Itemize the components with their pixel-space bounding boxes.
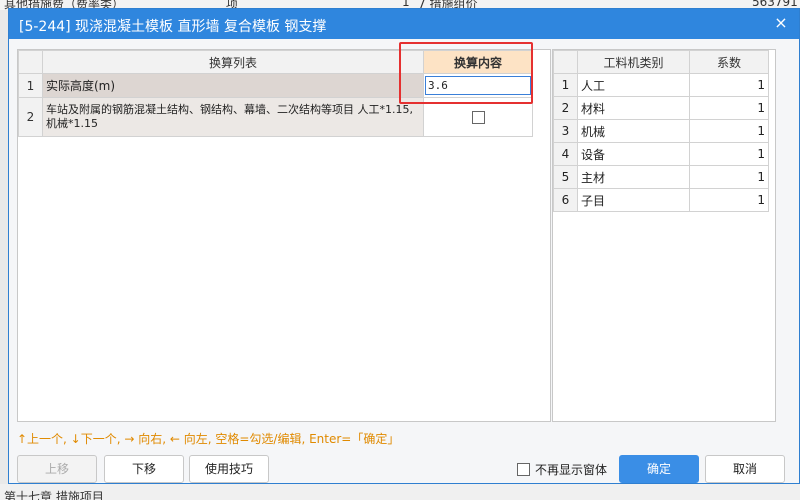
row-number: 4: [553, 142, 578, 166]
table-row[interactable]: 1 人工 1: [553, 73, 769, 97]
dialog-titlebar: [5-244] 现浇混凝土模板 直形墙 复合模板 钢支撑 ×: [9, 9, 799, 39]
conversion-value-cell[interactable]: [423, 97, 533, 137]
cancel-button[interactable]: 取消: [705, 455, 785, 483]
move-down-button[interactable]: 下移: [104, 455, 184, 483]
row-number-header: [18, 50, 43, 74]
factor-header: 系数: [689, 50, 769, 74]
table-row[interactable]: 2 材料 1: [553, 96, 769, 120]
keyboard-hint: ↑上一个, ↓下一个, → 向右, ← 向左, 空格=勾选/编辑, Enter=…: [17, 432, 400, 446]
usage-tips-button[interactable]: 使用技巧: [189, 455, 269, 483]
category-cell: 设备: [577, 142, 690, 166]
confirm-button[interactable]: 确定: [619, 455, 699, 483]
conversion-table: 换算列表 换算内容 1 实际高度(m) 3.6 2 车站及附属的钢筋混凝土结构、…: [18, 50, 533, 137]
coefficient-panel: 工料机类别 系数 1 人工 1 2 材料 1 3 机械 1 4 设备 1 5 主材 1 6 子目 1: [552, 49, 776, 422]
coefficient-table: 工料机类别 系数 1 人工 1 2 材料 1 3 机械 1 4 设备 1 5 主材 1 6 子目 1: [553, 50, 769, 212]
factor-cell[interactable]: 1: [689, 142, 769, 166]
row-number: 6: [553, 188, 578, 212]
category-header: 工料机类别: [577, 50, 690, 74]
table-row[interactable]: 1 实际高度(m) 3.6: [18, 73, 533, 98]
factor-cell[interactable]: 1: [689, 73, 769, 97]
bg-chapter-label: 第十七章 措施项目: [4, 490, 104, 500]
conversion-value-cell[interactable]: 3.6: [423, 73, 533, 98]
category-cell: 人工: [577, 73, 690, 97]
row-number: 2: [18, 97, 43, 137]
conversion-checkbox[interactable]: [471, 110, 485, 124]
no-show-toggle[interactable]: 不再显示窗体: [517, 461, 607, 478]
conversion-list-panel: 换算列表 换算内容 1 实际高度(m) 3.6 2 车站及附属的钢筋混凝土结构、…: [17, 49, 551, 422]
conversion-content-header: 换算内容: [423, 50, 533, 74]
category-cell: 子目: [577, 188, 690, 212]
actual-height-input[interactable]: 3.6: [425, 76, 531, 95]
factor-cell[interactable]: 1: [689, 96, 769, 120]
no-show-label: 不再显示窗体: [535, 463, 608, 477]
factor-cell[interactable]: 1: [689, 165, 769, 189]
category-cell: 机械: [577, 119, 690, 143]
close-icon[interactable]: ×: [771, 13, 791, 33]
row-number: 1: [18, 73, 43, 98]
table-row[interactable]: 6 子目 1: [553, 188, 769, 212]
category-cell: 主材: [577, 165, 690, 189]
table-row[interactable]: 4 设备 1: [553, 142, 769, 166]
row-number: 1: [553, 73, 578, 97]
table-row[interactable]: 3 机械 1: [553, 119, 769, 143]
conversion-item-desc[interactable]: 实际高度(m): [42, 73, 424, 98]
factor-cell[interactable]: 1: [689, 188, 769, 212]
conversion-list-header: 换算列表: [42, 50, 424, 74]
row-number: 2: [553, 96, 578, 120]
conversion-dialog: [5-244] 现浇混凝土模板 直形墙 复合模板 钢支撑 × 换算列表 换算内容…: [8, 8, 800, 484]
conversion-item-desc[interactable]: 车站及附属的钢筋混凝土结构、钢结构、幕墙、二次结构等项目 人工*1.15,机械*…: [42, 97, 424, 137]
row-number: 5: [553, 165, 578, 189]
move-up-button[interactable]: 上移: [17, 455, 97, 483]
dialog-title: [5-244] 现浇混凝土模板 直形墙 复合模板 钢支撑: [19, 19, 327, 35]
table-row[interactable]: 5 主材 1: [553, 165, 769, 189]
row-number: 3: [553, 119, 578, 143]
table-row[interactable]: 2 车站及附属的钢筋混凝土结构、钢结构、幕墙、二次结构等项目 人工*1.15,机…: [18, 97, 533, 137]
factor-cell[interactable]: 1: [689, 119, 769, 143]
no-show-checkbox[interactable]: [517, 463, 530, 476]
coef-number-header: [553, 50, 578, 74]
background-bottom-strip: 第十七章 措施项目: [0, 484, 800, 500]
category-cell: 材料: [577, 96, 690, 120]
